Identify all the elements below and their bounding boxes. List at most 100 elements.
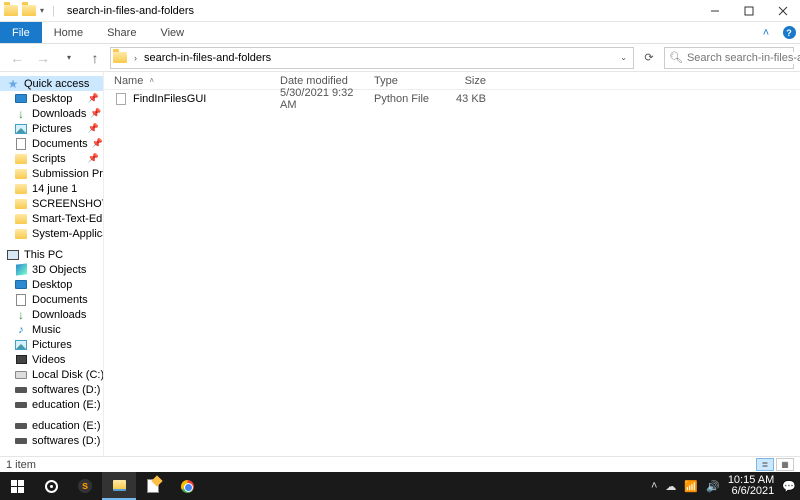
nav-back-button[interactable]: ← [6, 47, 28, 69]
pin-icon: 📌 [92, 138, 103, 149]
status-item-count: 1 item [6, 459, 36, 471]
sidebar-item-label: SCREENSHOTS [32, 198, 104, 210]
help-icon: ? [783, 26, 796, 39]
sidebar-item-label: Downloads [32, 108, 86, 120]
sidebar-item-this-pc[interactable]: ↓ Downloads [0, 307, 103, 322]
sidebar-item-label: Pictures [32, 339, 72, 351]
sidebar-item-quick-access[interactable]: 14 june 1 [0, 181, 103, 196]
sidebar-item-quick-access[interactable]: Submission Proj📌 [0, 166, 103, 181]
sidebar-item-drive[interactable]: education (E:) [0, 418, 103, 433]
nav-recent-dropdown[interactable]: ▾ [58, 47, 80, 69]
tray-volume-icon[interactable]: 🔊 [706, 480, 720, 493]
refresh-button[interactable]: ⟳ [638, 47, 660, 69]
sidebar-item-quick-access[interactable]: Smart-Text-Editor [0, 211, 103, 226]
column-name[interactable]: Name ˄ [104, 75, 270, 87]
sidebar-item-this-pc[interactable]: Pictures [0, 337, 103, 352]
search-icon: 🔍︎ [669, 51, 683, 64]
nav-forward-button[interactable]: → [32, 47, 54, 69]
sidebar-item-this-pc[interactable]: Videos [0, 352, 103, 367]
ribbon-collapse-icon[interactable]: ˄ [754, 22, 778, 43]
clock-date: 6/6/2021 [728, 486, 774, 497]
qat-customize-icon[interactable]: ▾ [40, 6, 44, 15]
file-date: 5/30/2021 9:32 AM [270, 87, 364, 111]
search-input[interactable] [687, 52, 800, 64]
sidebar-item-this-pc[interactable]: Local Disk (C:) [0, 367, 103, 382]
sidebar-item-this-pc[interactable]: ♪Music [0, 322, 103, 337]
tray-wifi-icon[interactable]: 📶 [684, 480, 698, 493]
pin-icon: 📌 [88, 93, 99, 104]
pin-icon: 📌 [88, 153, 99, 164]
action-center-icon[interactable]: 💬 [782, 480, 796, 493]
sidebar-item-quick-access[interactable]: System-Application [0, 226, 103, 241]
tab-home[interactable]: Home [42, 22, 95, 43]
sidebar-this-pc[interactable]: This PC [0, 247, 103, 262]
taskbar-file-explorer[interactable] [102, 472, 136, 500]
sidebar-item-label: Videos [32, 354, 65, 366]
close-button[interactable] [766, 0, 800, 22]
column-date[interactable]: Date modified [270, 75, 364, 87]
sidebar-item-drive[interactable]: softwares (D:) [0, 433, 103, 448]
sidebar-item-this-pc[interactable]: Desktop [0, 277, 103, 292]
quick-access-icon: ★ [6, 78, 20, 90]
taskbar-notepad[interactable] [136, 472, 170, 500]
navigation-pane[interactable]: ★ Quick access Desktop📌↓Downloads📌Pictur… [0, 72, 104, 456]
tab-share[interactable]: Share [95, 22, 148, 43]
search-box[interactable]: 🔍︎ [664, 47, 794, 69]
address-path[interactable]: search-in-files-and-folders [144, 52, 612, 64]
sidebar-item-label: Music [32, 324, 61, 336]
sidebar-item-quick-access[interactable]: Scripts📌 [0, 151, 103, 166]
downloads-icon: ↓ [14, 309, 28, 321]
sidebar-item-quick-access[interactable]: Pictures📌 [0, 121, 103, 136]
start-button[interactable] [0, 472, 34, 500]
column-size[interactable]: Size [436, 75, 496, 87]
folder-icon [4, 5, 18, 17]
folder-icon [14, 183, 28, 195]
sidebar-item-this-pc[interactable]: Documents [0, 292, 103, 307]
sidebar-item-this-pc[interactable]: 3D Objects [0, 262, 103, 277]
documents-icon [14, 138, 28, 150]
downloads-icon: ↓ [14, 108, 28, 120]
notepad-icon [147, 479, 159, 493]
sidebar-item-quick-access[interactable]: Documents📌 [0, 136, 103, 151]
sidebar-quick-access[interactable]: ★ Quick access [0, 76, 103, 91]
sidebar-item-label: softwares (D:) [32, 384, 100, 396]
folder-icon [22, 5, 36, 17]
sidebar-item-this-pc[interactable]: softwares (D:) [0, 382, 103, 397]
drive-icon [14, 384, 28, 396]
address-bar[interactable]: › search-in-files-and-folders ⌄ [110, 47, 634, 69]
sidebar-item-quick-access[interactable]: Desktop📌 [0, 91, 103, 106]
view-details-button[interactable]: ≣ [756, 458, 774, 471]
taskbar[interactable]: s ˄ ☁ 📶 🔊 10:15 AM 6/6/2021 💬 [0, 472, 800, 500]
sidebar-item-quick-access[interactable]: ↓Downloads📌 [0, 106, 103, 121]
maximize-button[interactable] [732, 0, 766, 22]
folder-icon [14, 228, 28, 240]
file-tab[interactable]: File [0, 22, 42, 43]
file-name: FindInFilesGUI [133, 93, 206, 105]
sort-indicator-icon: ˄ [149, 76, 154, 85]
breadcrumb-chevron-icon[interactable]: › [131, 53, 140, 63]
sidebar-item-quick-access[interactable]: SCREENSHOTS [0, 196, 103, 211]
window-title: search-in-files-and-folders [67, 5, 194, 17]
tray-overflow-icon[interactable]: ˄ [651, 480, 657, 492]
python-file-icon [114, 93, 128, 105]
file-row[interactable]: FindInFilesGUI5/30/2021 9:32 AMPython Fi… [104, 90, 800, 107]
sidebar-item-this-pc[interactable]: education (E:) [0, 397, 103, 412]
nav-up-button[interactable]: ↑ [84, 47, 106, 69]
folder-icon [14, 213, 28, 225]
minimize-button[interactable] [698, 0, 732, 22]
view-large-icons-button[interactable]: ▦ [776, 458, 794, 471]
sidebar-network[interactable]: Network [0, 454, 103, 456]
taskbar-clock[interactable]: 10:15 AM 6/6/2021 [728, 475, 774, 497]
taskbar-chrome[interactable] [170, 472, 204, 500]
taskbar-sublime[interactable]: s [68, 472, 102, 500]
taskbar-cortana[interactable] [34, 472, 68, 500]
file-explorer-icon [113, 480, 126, 491]
address-history-dropdown[interactable]: ⌄ [616, 53, 631, 62]
help-button[interactable]: ? [778, 22, 800, 43]
column-type[interactable]: Type [364, 75, 436, 87]
sidebar-item-label: System-Application [32, 228, 104, 240]
tray-onedrive-icon[interactable]: ☁ [665, 480, 676, 493]
column-headers[interactable]: Name ˄ Date modified Type Size [104, 72, 800, 90]
sidebar-item-label: Downloads [32, 309, 86, 321]
tab-view[interactable]: View [148, 22, 196, 43]
